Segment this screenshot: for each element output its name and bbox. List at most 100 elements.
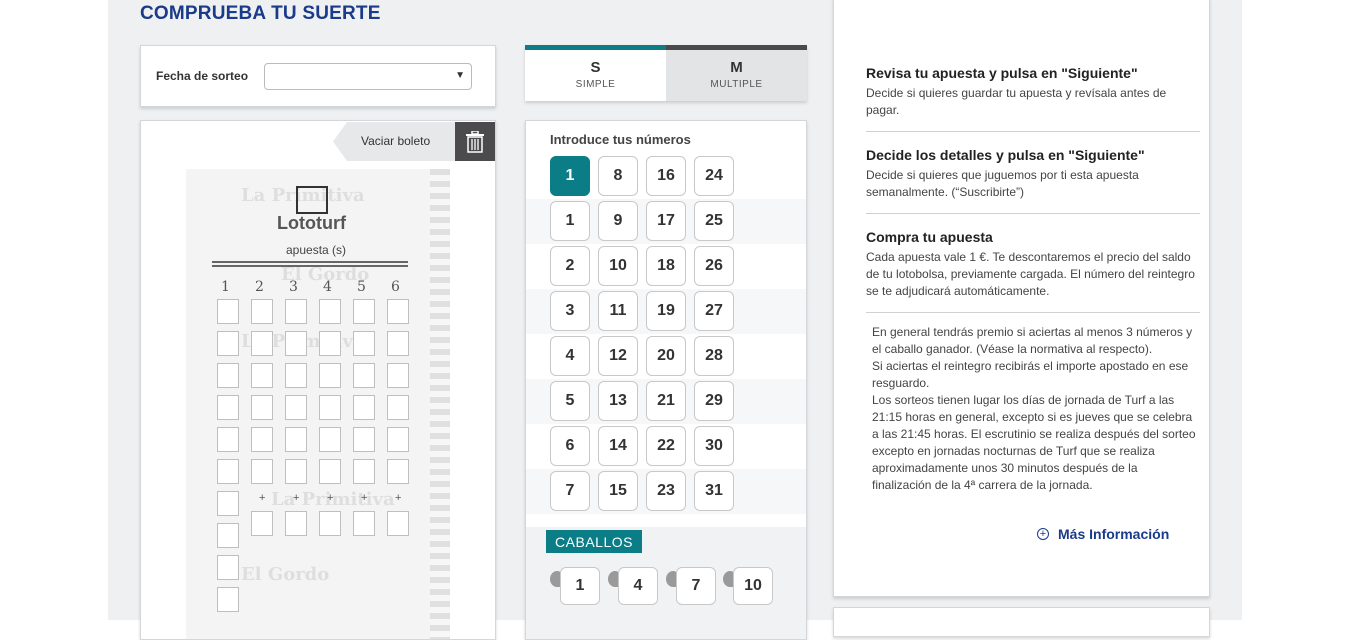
- fecha-label: Fecha de sorteo: [156, 69, 249, 83]
- apuesta-label: apuesta (s): [286, 243, 347, 257]
- ticket-cell: [319, 299, 341, 324]
- number-button[interactable]: 30: [694, 426, 734, 466]
- boleto-panel: Vaciar boleto La Primitiva El Gordo La P…: [140, 120, 496, 640]
- number-button[interactable]: 28: [694, 336, 734, 376]
- number-button[interactable]: 3: [550, 291, 590, 331]
- step-text: Decide si quieres que juguemos por ti es…: [866, 168, 1139, 199]
- ticket-cell: [217, 363, 239, 388]
- number-button[interactable]: 4: [550, 336, 590, 376]
- ticket-column-number: 6: [391, 279, 400, 295]
- trash-button[interactable]: [455, 122, 495, 161]
- number-button[interactable]: 12: [598, 336, 638, 376]
- number-button[interactable]: 9: [598, 201, 638, 241]
- ticket-cell: [319, 511, 341, 536]
- ticket-cell: [319, 427, 341, 452]
- mas-informacion-link[interactable]: + Más Información: [1037, 526, 1169, 542]
- ticket-cell: [251, 299, 273, 324]
- number-button[interactable]: 14: [598, 426, 638, 466]
- ticket-cell: [387, 299, 409, 324]
- ticket-column-number: 3: [289, 279, 298, 295]
- ticket-divider: [212, 261, 408, 267]
- numbers-panel: Introduce tus números CABALLOS 1 8 16 24 1 9 1…: [525, 120, 807, 640]
- vaciar-boleto-button[interactable]: Vaciar boleto: [333, 122, 457, 161]
- info-panel-secondary: [833, 607, 1210, 637]
- number-button[interactable]: 1: [550, 201, 590, 241]
- general-paragraph: Si aciertas el reintegro recibirás el im…: [872, 359, 1189, 390]
- step-title: Compra tu apuesta: [866, 229, 993, 245]
- tab-simple[interactable]: S SIMPLE: [525, 45, 666, 101]
- plus-icon: +: [327, 492, 334, 504]
- number-button[interactable]: 16: [646, 156, 686, 196]
- fecha-select[interactable]: ▼: [264, 63, 472, 90]
- number-button[interactable]: 18: [646, 246, 686, 286]
- plus-icon: +: [395, 492, 402, 504]
- ticket-cell: [285, 459, 307, 484]
- number-button[interactable]: 8: [598, 156, 638, 196]
- number-button[interactable]: 27: [694, 291, 734, 331]
- caballo-button[interactable]: 4: [618, 567, 658, 605]
- caballo-button[interactable]: 10: [733, 567, 773, 605]
- ticket-cell: [251, 511, 273, 536]
- number-button[interactable]: 2: [550, 246, 590, 286]
- number-button[interactable]: 19: [646, 291, 686, 331]
- ticket-cell: [217, 491, 239, 516]
- tab-label: SIMPLE: [575, 79, 616, 90]
- number-button[interactable]: 25: [694, 201, 734, 241]
- general-paragraph: En general tendrás premio si aciertas al…: [872, 325, 1193, 356]
- number-button[interactable]: 7: [550, 471, 590, 511]
- ticket-cell: [353, 299, 375, 324]
- trash-icon: [466, 131, 484, 153]
- number-button[interactable]: 20: [646, 336, 686, 376]
- step-title: Decide los detalles y pulsa en "Siguient…: [866, 147, 1145, 163]
- ticket-cell: [217, 395, 239, 420]
- number-button[interactable]: 31: [694, 471, 734, 511]
- ticket-cell: [285, 299, 307, 324]
- number-button[interactable]: 11: [598, 291, 638, 331]
- number-button[interactable]: 17: [646, 201, 686, 241]
- number-button[interactable]: 23: [646, 471, 686, 511]
- ticket-cell: [285, 363, 307, 388]
- tab-multiple[interactable]: M MULTIPLE: [666, 45, 807, 101]
- ticket-cell: [353, 395, 375, 420]
- number-button[interactable]: 22: [646, 426, 686, 466]
- step-text: Decide si quieres guardar tu apuesta y r…: [866, 86, 1167, 117]
- number-button[interactable]: 1: [550, 156, 590, 196]
- number-button[interactable]: 15: [598, 471, 638, 511]
- number-button[interactable]: 6: [550, 426, 590, 466]
- ticket-cell: [285, 427, 307, 452]
- ticket-cell: [319, 363, 341, 388]
- step-title: Revisa tu apuesta y pulsa en "Siguiente": [866, 65, 1138, 81]
- ticket-column-number: 2: [255, 279, 264, 295]
- ticket-column-number: 4: [323, 279, 332, 295]
- number-button[interactable]: 5: [550, 381, 590, 421]
- step-details: Decide los detalles y pulsa en "Siguient…: [866, 147, 1200, 214]
- step-text: Cada apuesta vale 1 €. Te descontaremos …: [866, 250, 1195, 298]
- number-button[interactable]: 29: [694, 381, 734, 421]
- caballo-button[interactable]: 1: [560, 567, 600, 605]
- general-paragraph: Los sorteos tienen lugar los días de jor…: [872, 393, 1196, 492]
- number-button[interactable]: 10: [598, 246, 638, 286]
- ticket-cell: [217, 427, 239, 452]
- vaciar-boleto-label: Vaciar boleto: [361, 134, 431, 148]
- ticket-column-number: 5: [357, 279, 366, 295]
- ticket-strip: [430, 169, 450, 639]
- ticket-cell: [251, 459, 273, 484]
- number-button[interactable]: 21: [646, 381, 686, 421]
- ticket-cell: [387, 511, 409, 536]
- ticket-cell: [387, 363, 409, 388]
- ticket-column-number: 1: [221, 279, 230, 295]
- plus-icon: +: [259, 492, 266, 504]
- plus-icon: +: [293, 492, 300, 504]
- tab-letter: M: [730, 59, 743, 76]
- step-buy: Compra tu apuesta Cada apuesta vale 1 €.…: [866, 229, 1200, 313]
- ticket-cell: [353, 331, 375, 356]
- number-button[interactable]: 24: [694, 156, 734, 196]
- ticket-cell: [285, 395, 307, 420]
- number-button[interactable]: 26: [694, 246, 734, 286]
- ticket-logo-text: Lototurf: [277, 213, 346, 233]
- mas-informacion-label: Más Información: [1058, 526, 1170, 542]
- ticket-cell: [217, 459, 239, 484]
- chevron-down-icon: ▼: [455, 70, 465, 81]
- number-button[interactable]: 13: [598, 381, 638, 421]
- caballo-button[interactable]: 7: [676, 567, 716, 605]
